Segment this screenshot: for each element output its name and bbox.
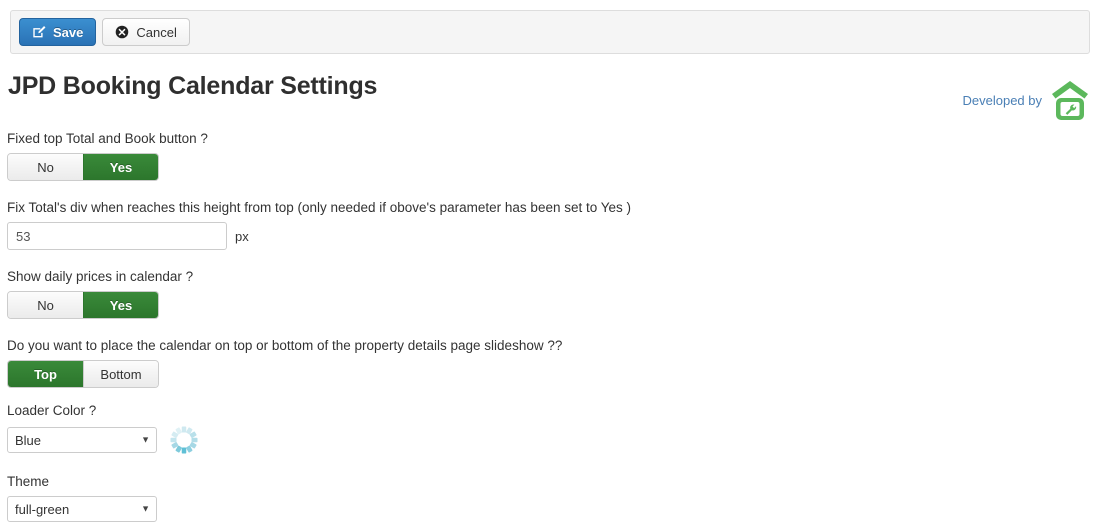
field-theme: Theme full-green ▼ [7,473,1087,522]
editor-toolbar: Save Cancel [10,10,1090,54]
pencil-square-icon [32,25,46,39]
toggle-fixed-top-total[interactable]: No Yes [7,153,159,181]
house-wrench-logo[interactable] [1050,78,1090,122]
field-calendar-position: Do you want to place the calendar on top… [7,337,1087,388]
toggle-calendar-position[interactable]: Top Bottom [7,360,159,388]
toggle-option-top[interactable]: Top [8,361,83,387]
cancel-button-label: Cancel [136,24,177,40]
loader-color-select[interactable]: Blue [7,427,157,453]
save-button[interactable]: Save [19,18,97,46]
field-fixed-top-total: Fixed top Total and Book button ? No Yes [7,130,1087,181]
field-show-daily-prices: Show daily prices in calendar ? No Yes [7,268,1087,319]
developed-by-label: Developed by [962,92,1043,108]
field-label: Theme [7,474,50,489]
page-title: JPD Booking Calendar Settings [8,72,378,100]
toggle-option-no[interactable]: No [8,292,83,318]
theme-select-wrap: full-green ▼ [7,496,157,522]
field-loader-color: Loader Color ? Blue ▼ [7,402,1087,455]
loader-color-select-wrap: Blue ▼ [7,427,157,453]
field-label: Fixed top Total and Book button ? [7,131,208,146]
toggle-option-bottom[interactable]: Bottom [83,361,158,387]
save-button-label: Save [53,24,84,40]
fix-total-height-input[interactable] [7,222,227,250]
loader-color-value: Blue [15,432,42,448]
field-label: Loader Color ? [7,403,97,418]
select-row: Blue ▼ [7,425,1087,455]
settings-form: Fixed top Total and Book button ? No Yes… [7,130,1087,522]
cancel-button[interactable]: Cancel [102,18,190,46]
field-fix-total-height: Fix Total's div when reaches this height… [7,199,1087,250]
field-label: Do you want to place the calendar on top… [7,338,563,353]
developed-by: Developed by [963,78,1091,122]
input-row: px [7,222,1087,250]
theme-value: full-green [15,501,70,517]
theme-select[interactable]: full-green [7,496,157,522]
toggle-option-yes[interactable]: Yes [83,292,158,318]
field-label: Fix Total's div when reaches this height… [7,200,632,215]
field-label: Show daily prices in calendar ? [7,269,194,284]
loading-spinner-icon [169,425,199,455]
toggle-option-yes[interactable]: Yes [83,154,158,180]
x-circle-icon [115,25,129,39]
toggle-show-daily-prices[interactable]: No Yes [7,291,159,319]
toggle-option-no[interactable]: No [8,154,83,180]
unit-label-px: px [235,228,249,244]
